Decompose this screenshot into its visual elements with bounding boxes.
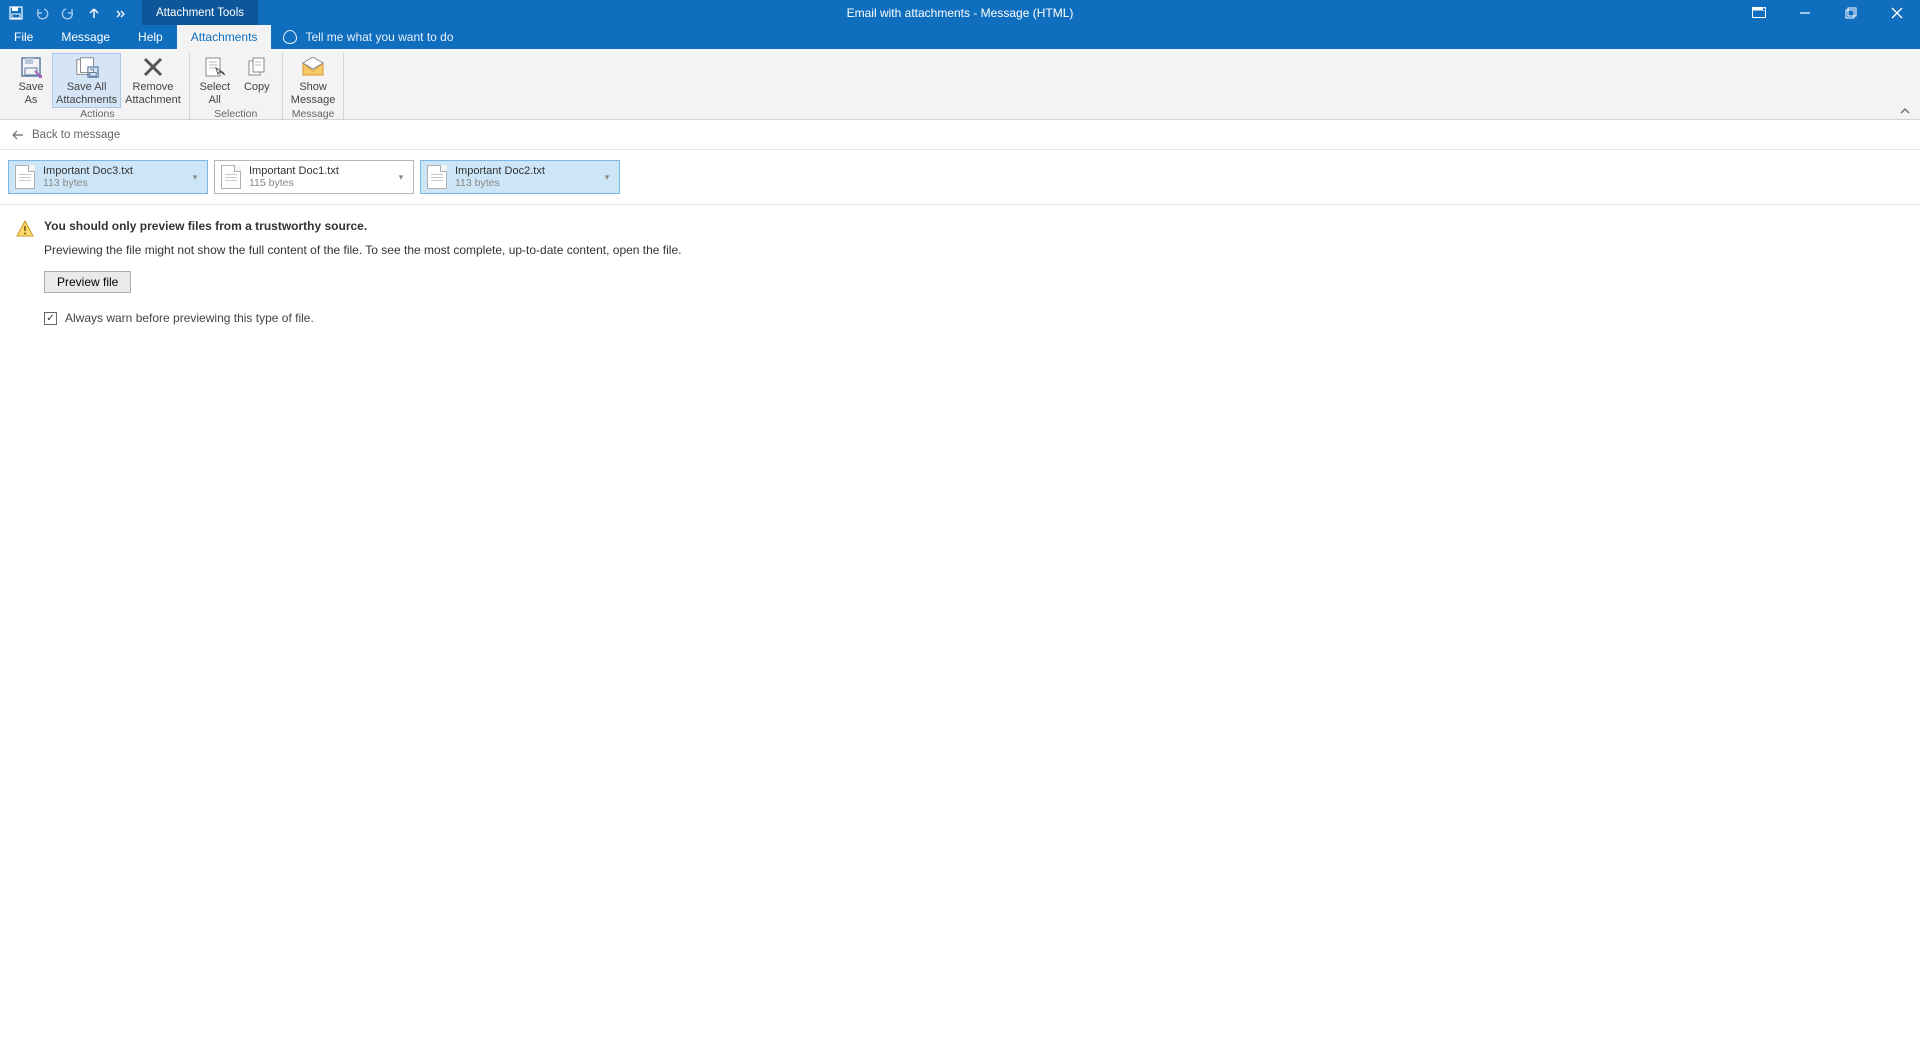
always-warn-checkbox[interactable]: ✓ xyxy=(44,312,57,325)
arrow-up-icon[interactable] xyxy=(86,5,102,21)
warning-title: You should only preview files from a tru… xyxy=(44,219,681,233)
window-controls xyxy=(1736,0,1920,25)
maximize-icon[interactable] xyxy=(1828,0,1874,25)
ribbon: Save As Save All Attachments Remove Atta… xyxy=(0,49,1920,120)
save-as-icon xyxy=(19,55,43,79)
ribbon-label: Remove Attachment xyxy=(125,81,181,106)
back-to-message-link[interactable]: Back to message xyxy=(0,120,1920,150)
group-label-actions: Actions xyxy=(80,108,114,120)
attachment-size: 113 bytes xyxy=(43,177,181,189)
undo-icon[interactable] xyxy=(34,5,50,21)
group-label-message: Message xyxy=(292,108,335,120)
copy-button[interactable]: Copy xyxy=(236,53,278,96)
arrow-left-icon xyxy=(12,130,24,140)
file-icon xyxy=(221,165,241,189)
window-title: Email with attachments - Message (HTML) xyxy=(847,0,1074,25)
ribbon-group-selection: Select All Copy Selection xyxy=(190,53,283,119)
tab-help[interactable]: Help xyxy=(124,25,177,49)
save-all-attachments-button[interactable]: Save All Attachments xyxy=(52,53,121,108)
preview-warning-panel: You should only preview files from a tru… xyxy=(0,205,1920,343)
ribbon-label: Show Message xyxy=(291,81,336,106)
title-bar: Attachment Tools Email with attachments … xyxy=(0,0,1920,25)
attachment-size: 113 bytes xyxy=(455,177,593,189)
tell-me-search[interactable]: Tell me what you want to do xyxy=(271,25,465,49)
warning-icon xyxy=(16,220,34,238)
save-as-button[interactable]: Save As xyxy=(10,53,52,108)
collapse-ribbon-icon[interactable] xyxy=(1900,107,1910,115)
attachment-name: Important Doc1.txt xyxy=(249,165,387,177)
ribbon-label: Save As xyxy=(18,81,43,106)
minimize-icon[interactable] xyxy=(1782,0,1828,25)
chevron-down-icon[interactable]: ▾ xyxy=(395,172,407,183)
chevron-down-icon[interactable]: ▾ xyxy=(601,172,613,183)
attachment-card[interactable]: Important Doc2.txt 113 bytes ▾ xyxy=(420,160,620,194)
always-warn-label: Always warn before previewing this type … xyxy=(65,311,314,325)
group-label-selection: Selection xyxy=(214,108,257,120)
select-all-button[interactable]: Select All xyxy=(194,53,236,108)
copy-icon xyxy=(245,55,269,79)
tab-message[interactable]: Message xyxy=(47,25,124,49)
attachment-info: Important Doc1.txt 115 bytes xyxy=(249,165,387,189)
ribbon-label: Copy xyxy=(244,81,270,94)
select-all-icon xyxy=(203,55,227,79)
ribbon-label: Save All Attachments xyxy=(56,81,117,106)
tell-me-placeholder: Tell me what you want to do xyxy=(305,30,453,44)
ribbon-group-actions: Save As Save All Attachments Remove Atta… xyxy=(6,53,190,119)
save-icon[interactable] xyxy=(8,5,24,21)
attachment-card[interactable]: Important Doc3.txt 113 bytes ▾ xyxy=(8,160,208,194)
file-icon xyxy=(15,165,35,189)
attachment-name: Important Doc2.txt xyxy=(455,165,593,177)
remove-attachment-button[interactable]: Remove Attachment xyxy=(121,53,185,108)
save-all-icon xyxy=(75,55,99,79)
show-message-icon xyxy=(301,55,325,79)
remove-icon xyxy=(141,55,165,79)
ribbon-display-options-icon[interactable] xyxy=(1736,0,1782,25)
redo-icon[interactable] xyxy=(60,5,76,21)
warning-description: Previewing the file might not show the f… xyxy=(44,243,681,257)
attachment-info: Important Doc2.txt 113 bytes xyxy=(455,165,593,189)
lightbulb-icon xyxy=(283,30,297,44)
chevron-down-icon[interactable]: ▾ xyxy=(189,172,201,183)
show-message-button[interactable]: Show Message xyxy=(287,53,340,108)
tab-file[interactable]: File xyxy=(0,25,47,49)
attachment-strip: Important Doc3.txt 113 bytes ▾ Important… xyxy=(0,150,1920,205)
attachment-info: Important Doc3.txt 113 bytes xyxy=(43,165,181,189)
preview-file-button[interactable]: Preview file xyxy=(44,271,131,293)
close-icon[interactable] xyxy=(1874,0,1920,25)
attachment-card[interactable]: Important Doc1.txt 115 bytes ▾ xyxy=(214,160,414,194)
menu-bar: File Message Help Attachments Tell me wh… xyxy=(0,25,1920,49)
file-icon xyxy=(427,165,447,189)
quick-access-toolbar xyxy=(0,0,136,25)
more-icon[interactable] xyxy=(112,5,128,21)
tab-attachments[interactable]: Attachments xyxy=(177,25,272,49)
ribbon-group-message: Show Message Message xyxy=(283,53,345,119)
context-tab-attachment-tools[interactable]: Attachment Tools xyxy=(142,0,258,25)
attachment-size: 115 bytes xyxy=(249,177,387,189)
attachment-name: Important Doc3.txt xyxy=(43,165,181,177)
back-label: Back to message xyxy=(32,129,120,141)
ribbon-label: Select All xyxy=(199,81,230,106)
